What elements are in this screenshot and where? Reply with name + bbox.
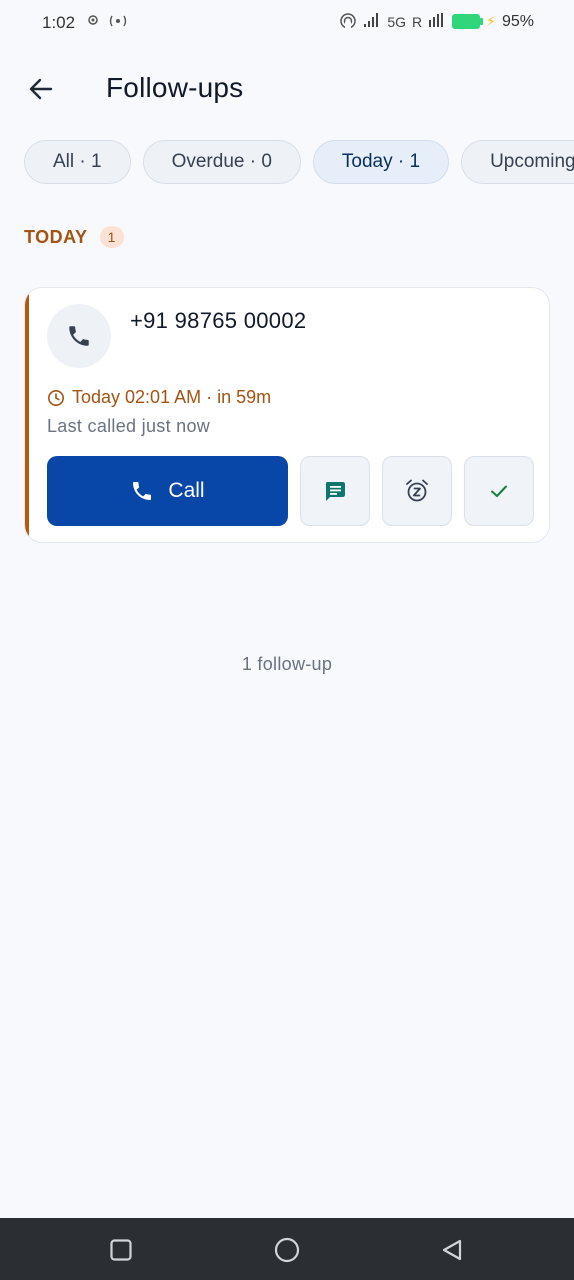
app-header: Follow-ups xyxy=(0,60,574,120)
location-icon xyxy=(86,14,100,31)
section-label: TODAY xyxy=(24,226,88,247)
roaming-indicator: R xyxy=(412,13,423,30)
section-header-today: TODAY 1 xyxy=(24,226,124,248)
phone-icon xyxy=(133,482,152,500)
page-title: Follow-ups xyxy=(106,72,244,103)
call-button-label: Call xyxy=(168,479,205,502)
back-nav-button[interactable] xyxy=(438,1236,466,1264)
checkmark-icon xyxy=(491,485,507,497)
system-navigation-bar xyxy=(0,1218,574,1280)
arrow-left-icon xyxy=(29,78,53,100)
last-called-text: Last called just now xyxy=(47,416,211,436)
signal-icon xyxy=(363,12,381,31)
message-icon xyxy=(326,482,345,501)
triangle-back-icon xyxy=(442,1239,462,1261)
filter-chip-all[interactable]: All · 1 xyxy=(24,140,131,184)
filter-chip-overdue[interactable]: Overdue · 0 xyxy=(142,140,301,184)
hotspot-icon xyxy=(108,14,128,31)
square-icon xyxy=(110,1239,132,1261)
circle-icon xyxy=(274,1237,300,1263)
clock-icon xyxy=(48,389,64,406)
phone-icon xyxy=(69,326,89,346)
screen: 1:02 5G R ⚡ 95% Follow-ups All · 1 Overd… xyxy=(0,0,574,1280)
mark-done-button[interactable] xyxy=(464,456,534,526)
filter-chips: All · 1 Overdue · 0 Today · 1 Upcoming xyxy=(24,140,574,188)
snooze-button[interactable] xyxy=(382,456,452,526)
snooze-alarm-icon xyxy=(406,479,428,502)
status-indicators: 5G R ⚡ 95% xyxy=(339,12,534,31)
due-time-text: Today 02:01 AM · in 59m xyxy=(72,387,272,407)
battery-icon xyxy=(452,14,484,29)
wifi-icon xyxy=(339,12,357,31)
network-type: 5G xyxy=(387,13,406,30)
battery-percent: 95% xyxy=(501,12,534,30)
status-bar: 1:02 5G R ⚡ 95% xyxy=(0,0,574,46)
avatar xyxy=(47,304,111,368)
status-time: 1:02 xyxy=(42,13,76,32)
follow-up-card[interactable]: +91 98765 00002 Today 02:01 AM · in 59m … xyxy=(24,287,550,543)
card-accent-bar xyxy=(25,288,29,542)
contact-phone-number: +91 98765 00002 xyxy=(130,308,307,333)
call-button[interactable]: Call xyxy=(47,456,288,526)
due-time: Today 02:01 AM · in 59m xyxy=(47,387,271,408)
filter-chip-today[interactable]: Today · 1 xyxy=(312,140,450,184)
section-count-badge: 1 xyxy=(99,226,124,248)
signal-icon-2 xyxy=(428,12,446,31)
back-button[interactable] xyxy=(24,72,58,106)
home-button[interactable] xyxy=(273,1236,301,1264)
recent-apps-button[interactable] xyxy=(107,1236,135,1264)
filter-chip-upcoming[interactable]: Upcoming xyxy=(461,140,574,184)
charging-icon: ⚡ xyxy=(486,13,496,29)
message-button[interactable] xyxy=(300,456,370,526)
follow-up-count-summary: 1 follow-up xyxy=(241,654,333,674)
